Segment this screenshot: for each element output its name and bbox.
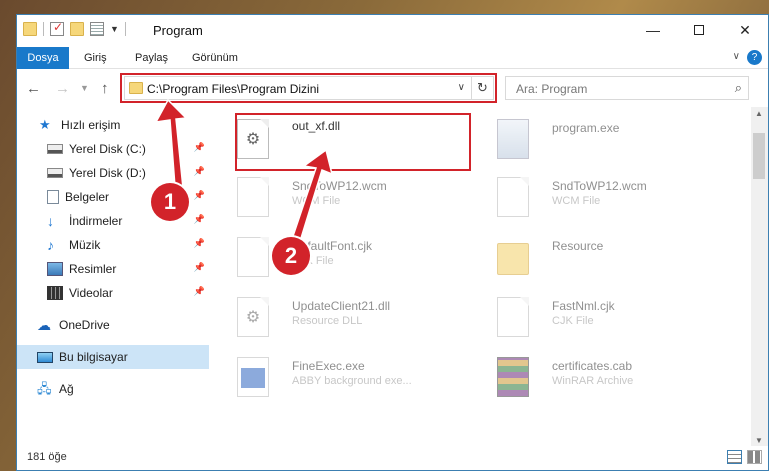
step-2-badge: 2 (272, 237, 310, 275)
step-1-badge: 1 (151, 183, 189, 221)
callout-arrows (154, 98, 334, 249)
callout-arrow-2 (289, 148, 334, 249)
